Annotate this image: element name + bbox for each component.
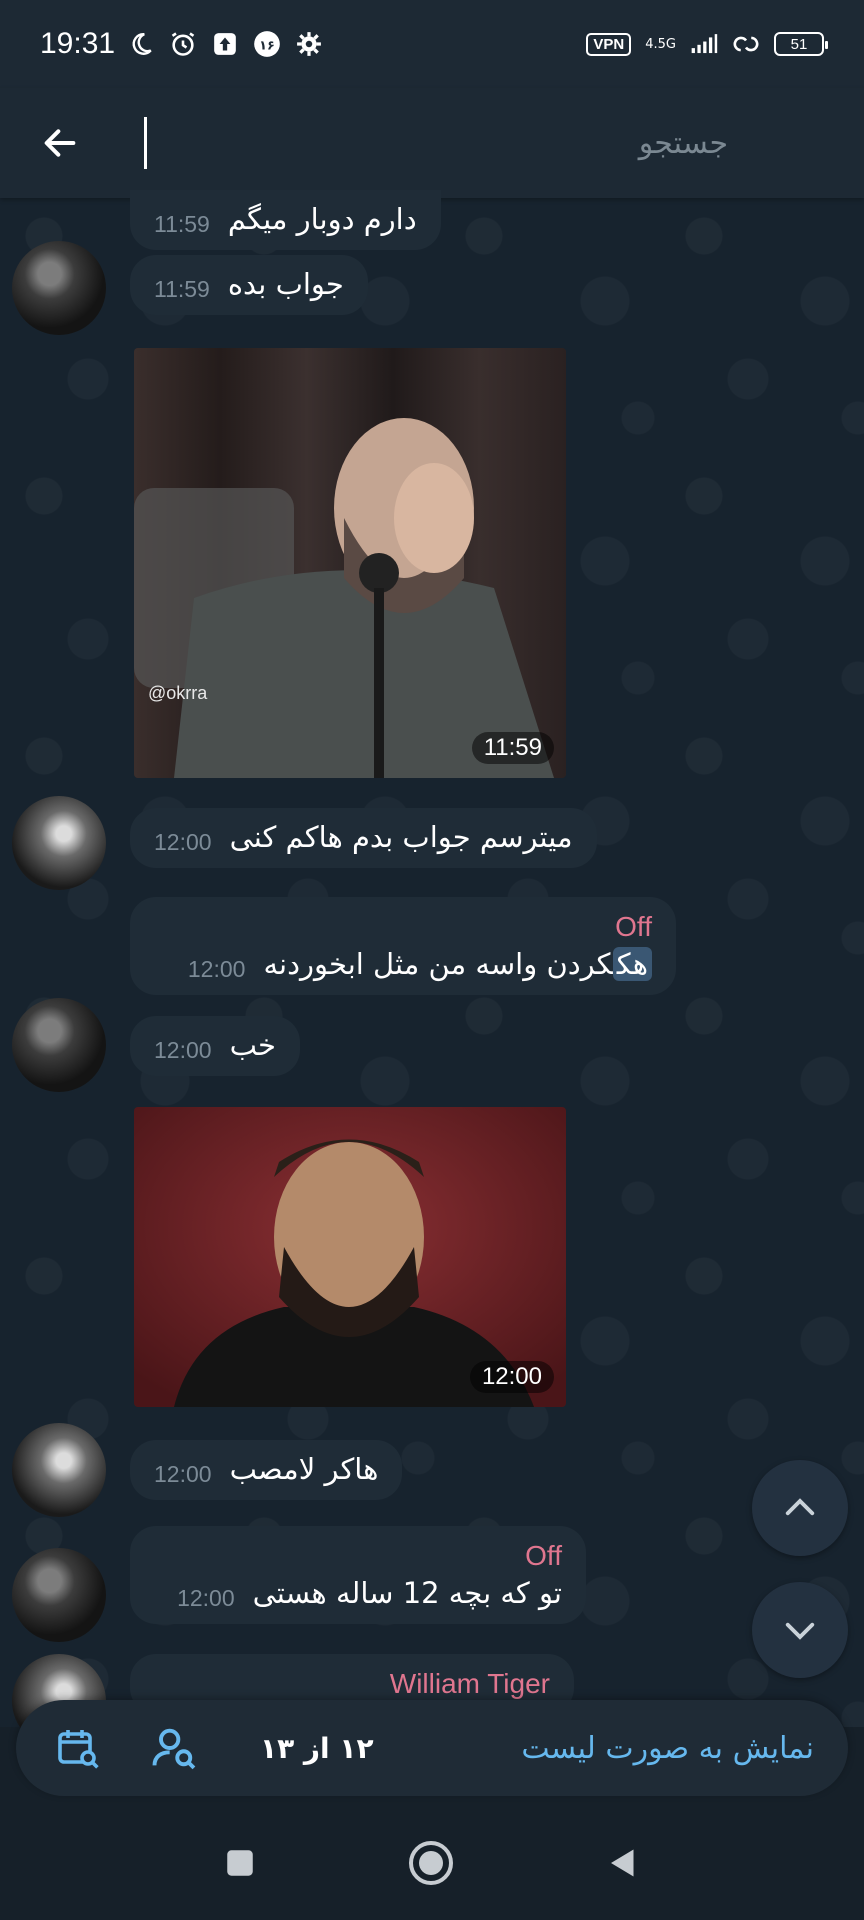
sender-name[interactable]: Off [615, 911, 652, 943]
user-search-icon[interactable] [146, 1720, 202, 1776]
search-header [0, 88, 864, 198]
signal-icon [690, 30, 718, 58]
circle-icon [409, 1841, 453, 1885]
avatar[interactable] [12, 1548, 106, 1642]
message-time: 11:59 [471, 732, 554, 764]
message-text: میترسم جواب بدم هاکم کنی [229, 820, 573, 854]
sender-name[interactable]: William Tiger [390, 1668, 550, 1700]
message-time: 11:59 [154, 211, 210, 237]
vpn-badge: VPN [586, 32, 632, 56]
message-text: دارم دوبار میگم [227, 202, 417, 236]
chevron-up-icon [785, 1498, 815, 1516]
square-icon [227, 1850, 253, 1876]
message-bubble[interactable]: هاکر لامصب 12:00 [130, 1440, 403, 1500]
message-bubble[interactable]: دارم دوبار میگم 11:59 [130, 190, 441, 250]
upload-icon [211, 30, 239, 58]
message-bubble[interactable]: جواب بده 11:59 [130, 255, 368, 315]
message-text: تو که بچه 12 ساله هستی [252, 1576, 562, 1610]
photo-man-microphone [134, 348, 566, 778]
scroll-up-button[interactable] [752, 1460, 848, 1556]
battery-icon: 51 [774, 32, 828, 56]
avatar[interactable] [12, 241, 106, 335]
message-time: 12:00 [177, 1585, 235, 1611]
media-watermark: @okrra [148, 683, 208, 703]
message-bubble[interactable]: Off تو که بچه 12 ساله هستی 12:00 [130, 1526, 586, 1624]
link-loop-icon [732, 30, 760, 58]
search-input[interactable] [147, 125, 728, 161]
back-button[interactable] [605, 1845, 641, 1885]
message-text: خب [229, 1028, 276, 1062]
notification-badge-icon: ۱۶ [253, 30, 281, 58]
recents-button[interactable] [223, 1846, 257, 1884]
status-time: 19:31 [40, 27, 116, 60]
message-text: هککردن واسه من مثل ابخوردنه [263, 947, 652, 981]
avatar[interactable] [12, 1423, 106, 1517]
network-type: 4.5G [645, 36, 676, 52]
media-photo[interactable]: @okrra 11:59 [134, 348, 566, 778]
avatar[interactable] [12, 998, 106, 1092]
back-arrow-icon[interactable] [36, 119, 84, 167]
message-text: جواب بده [227, 267, 344, 301]
message-text: هاکر لامصب [229, 1452, 379, 1486]
alarm-icon [169, 30, 197, 58]
message-time: 11:59 [154, 276, 210, 302]
status-bar: 19:31 ۱۶ VPN 4.5G 51 [0, 0, 864, 88]
home-button[interactable] [407, 1839, 455, 1891]
result-counter: ۱۲ از ۱۳ [260, 1731, 374, 1765]
message-time: 12:00 [187, 956, 246, 982]
message-bubble[interactable]: میترسم جواب بدم هاکم کنی 12:00 [130, 808, 597, 868]
message-bubble[interactable]: خب 12:00 [130, 1016, 300, 1076]
svg-text:۱۶: ۱۶ [259, 38, 275, 53]
scroll-down-button[interactable] [752, 1582, 848, 1678]
moon-icon [127, 30, 155, 58]
settings-gear-icon [295, 30, 323, 58]
show-as-list-button[interactable]: نمایش به صورت لیست [521, 1731, 814, 1766]
message-time: 12:00 [469, 1361, 554, 1393]
message-bubble[interactable]: Off هککردن واسه من مثل ابخوردنه 12:00 [130, 897, 676, 995]
media-photo[interactable]: 12:00 [134, 1107, 566, 1407]
chevron-down-icon [785, 1622, 815, 1640]
search-highlight: هک [612, 947, 652, 981]
sender-name[interactable]: Off [525, 1540, 562, 1572]
triangle-back-icon [611, 1849, 634, 1877]
message-time: 12:00 [154, 1461, 212, 1487]
message-time: 12:00 [154, 1037, 212, 1063]
search-results-bar: ۱۲ از ۱۳ نمایش به صورت لیست [16, 1700, 848, 1796]
message-time: 12:00 [154, 829, 212, 855]
system-nav-bar [0, 1810, 864, 1920]
calendar-search-icon[interactable] [50, 1720, 106, 1776]
avatar[interactable] [12, 796, 106, 890]
